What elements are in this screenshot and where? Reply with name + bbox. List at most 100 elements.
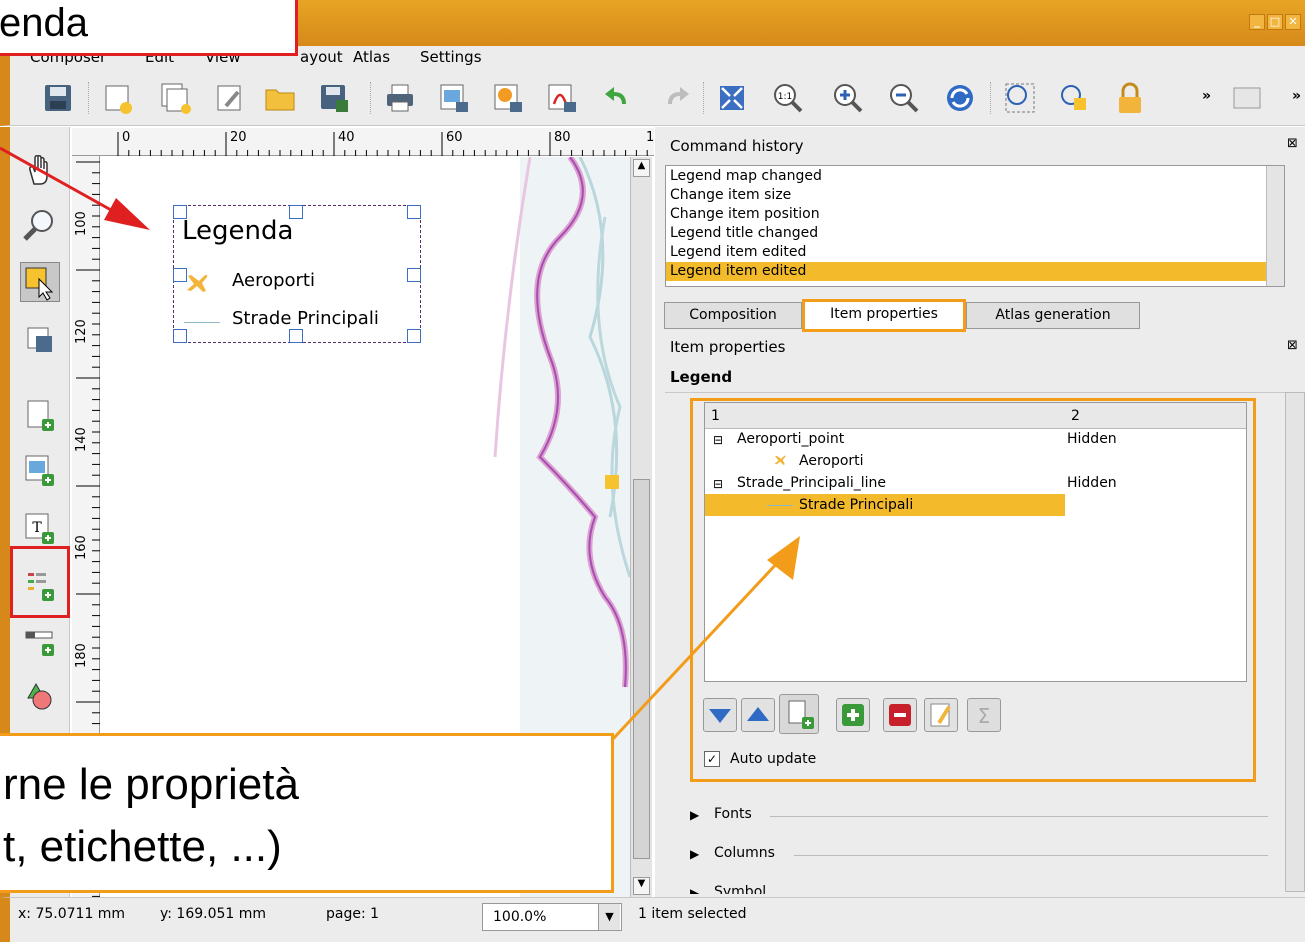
scroll-up-arrow[interactable]: ▲	[633, 159, 650, 177]
chevron-down-icon[interactable]: ▼	[598, 904, 620, 930]
expand-arrow-icon[interactable]: ▶	[690, 886, 699, 894]
menu-layout[interactable]: ayout	[300, 48, 343, 66]
svg-text:Σ: Σ	[978, 704, 991, 728]
legend-item[interactable]: Legenda Aeroporti Strade Principali	[173, 205, 421, 343]
atlas-toolbar-icon[interactable]	[1230, 80, 1261, 116]
add-new-map-icon[interactable]	[20, 395, 60, 435]
tree-group-aeroporti[interactable]: Aeroporti_point	[737, 428, 844, 450]
command-history-list[interactable]: Legend map changed Change item size Chan…	[665, 165, 1285, 287]
save-icon[interactable]	[40, 80, 76, 116]
group-columns[interactable]: Columns	[714, 845, 775, 861]
refresh-icon[interactable]	[942, 80, 978, 116]
add-image-icon[interactable]	[20, 450, 60, 490]
item-properties-header: Item properties	[670, 338, 786, 356]
legend-tree[interactable]: 1 2 ⊟ Aeroporti_point Hidden Aeroporti ⊟…	[704, 402, 1247, 682]
selection-handle[interactable]	[173, 268, 187, 282]
selection-handle[interactable]	[407, 329, 421, 343]
ruler-label: 80	[554, 130, 571, 145]
tree-column-header[interactable]: 1	[705, 403, 1065, 429]
move-content-icon[interactable]	[20, 320, 60, 360]
history-item[interactable]: Legend map changed	[670, 167, 1280, 186]
history-item[interactable]: Change item position	[670, 205, 1280, 224]
canvas-scrollbar[interactable]: ▲ ▼	[630, 157, 652, 897]
add-group-button[interactable]	[779, 694, 819, 734]
add-item-button[interactable]	[836, 698, 870, 732]
zoom-in-icon[interactable]	[830, 80, 866, 116]
save-template-icon[interactable]	[316, 80, 352, 116]
properties-scrollbar[interactable]	[1285, 392, 1305, 892]
edit-item-button[interactable]	[924, 698, 958, 732]
duplicate-composer-icon[interactable]	[158, 80, 194, 116]
undo-icon[interactable]	[600, 80, 636, 116]
command-history-title: Command history	[670, 137, 804, 155]
toolbar-overflow-icon[interactable]: »	[1202, 88, 1211, 104]
group-symbol[interactable]: Symbol	[714, 884, 766, 894]
tree-cell-hidden: Hidden	[1067, 475, 1117, 491]
open-template-icon[interactable]	[262, 80, 298, 116]
close-panel-icon[interactable]: ⊠	[1287, 338, 1298, 353]
toolbar-overflow-icon[interactable]: »	[1292, 88, 1301, 104]
scroll-down-arrow[interactable]: ▼	[633, 877, 650, 895]
auto-update-checkbox[interactable]: ✓	[704, 751, 720, 767]
ungroup-items-icon[interactable]	[1056, 80, 1092, 116]
move-up-button[interactable]	[741, 698, 775, 732]
selection-handle[interactable]	[289, 205, 303, 219]
lock-icon[interactable]	[1112, 80, 1148, 116]
selection-handle[interactable]	[407, 268, 421, 282]
move-down-button[interactable]	[703, 698, 737, 732]
export-image-icon[interactable]	[436, 80, 472, 116]
remove-item-button[interactable]	[883, 698, 917, 732]
group-divider	[770, 816, 1268, 817]
expand-arrow-icon[interactable]: ▶	[690, 847, 699, 861]
history-item[interactable]: Legend item edited	[670, 243, 1280, 262]
tab-composition[interactable]: Composition	[664, 302, 802, 329]
minimize-button[interactable]: _	[1249, 14, 1265, 30]
window-controls: _ □ ✕	[1249, 14, 1301, 30]
tree-item-aeroporti[interactable]: Aeroporti	[799, 450, 864, 472]
tab-atlas-generation[interactable]: Atlas generation	[966, 302, 1140, 329]
zoom-full-icon[interactable]	[714, 80, 750, 116]
group-items-icon[interactable]	[1002, 80, 1038, 116]
close-button[interactable]: ✕	[1285, 14, 1301, 30]
history-item[interactable]: Legend title changed	[670, 224, 1280, 243]
annotation-box-bottom: rne le proprietà t, etichette, ...)	[0, 733, 614, 893]
maximize-button[interactable]: □	[1267, 14, 1283, 30]
composer-manager-icon[interactable]	[212, 80, 248, 116]
selection-handle[interactable]	[173, 329, 187, 343]
history-item[interactable]: Change item size	[670, 186, 1280, 205]
history-scrollbar[interactable]	[1266, 166, 1284, 286]
tree-group-strade[interactable]: Strade_Principali_line	[737, 472, 886, 494]
add-scalebar-icon[interactable]	[20, 622, 60, 662]
menu-atlas[interactable]: Atlas	[353, 48, 390, 66]
collapse-icon[interactable]: ⊟	[713, 477, 723, 491]
collapse-icon[interactable]: ⊟	[713, 433, 723, 447]
export-pdf-icon[interactable]	[544, 80, 580, 116]
tab-item-properties[interactable]: Item properties	[802, 299, 966, 332]
redo-icon[interactable]	[658, 80, 694, 116]
zoom-icon[interactable]	[20, 205, 60, 245]
pan-icon[interactable]	[20, 150, 60, 190]
print-icon[interactable]	[382, 80, 418, 116]
selection-handle[interactable]	[289, 329, 303, 343]
zoom-actual-icon[interactable]: 1:1	[770, 80, 806, 116]
menu-settings[interactable]: Settings	[420, 48, 482, 66]
toolbar-separator	[703, 82, 705, 114]
svg-text:1:1: 1:1	[778, 92, 792, 102]
scrollbar-thumb[interactable]	[633, 479, 650, 859]
expand-arrow-icon[interactable]: ▶	[690, 808, 699, 822]
tree-column-header[interactable]: 2	[1065, 403, 1246, 429]
select-move-item-icon[interactable]	[20, 262, 60, 302]
tree-item-strade-selected[interactable]: Strade Principali	[799, 494, 913, 516]
export-svg-icon[interactable]	[490, 80, 526, 116]
close-panel-icon[interactable]: ⊠	[1287, 136, 1298, 151]
sum-icon[interactable]: Σ	[967, 698, 1001, 732]
history-item-selected[interactable]: Legend item edited	[666, 262, 1284, 281]
selection-handle[interactable]	[407, 205, 421, 219]
add-label-icon[interactable]: T	[20, 508, 60, 548]
new-composer-icon[interactable]	[100, 80, 136, 116]
selection-handle[interactable]	[173, 205, 187, 219]
add-shape-icon[interactable]	[20, 676, 60, 716]
zoom-out-icon[interactable]	[886, 80, 922, 116]
group-fonts[interactable]: Fonts	[714, 806, 752, 822]
selection-status: 1 item selected	[638, 906, 747, 922]
